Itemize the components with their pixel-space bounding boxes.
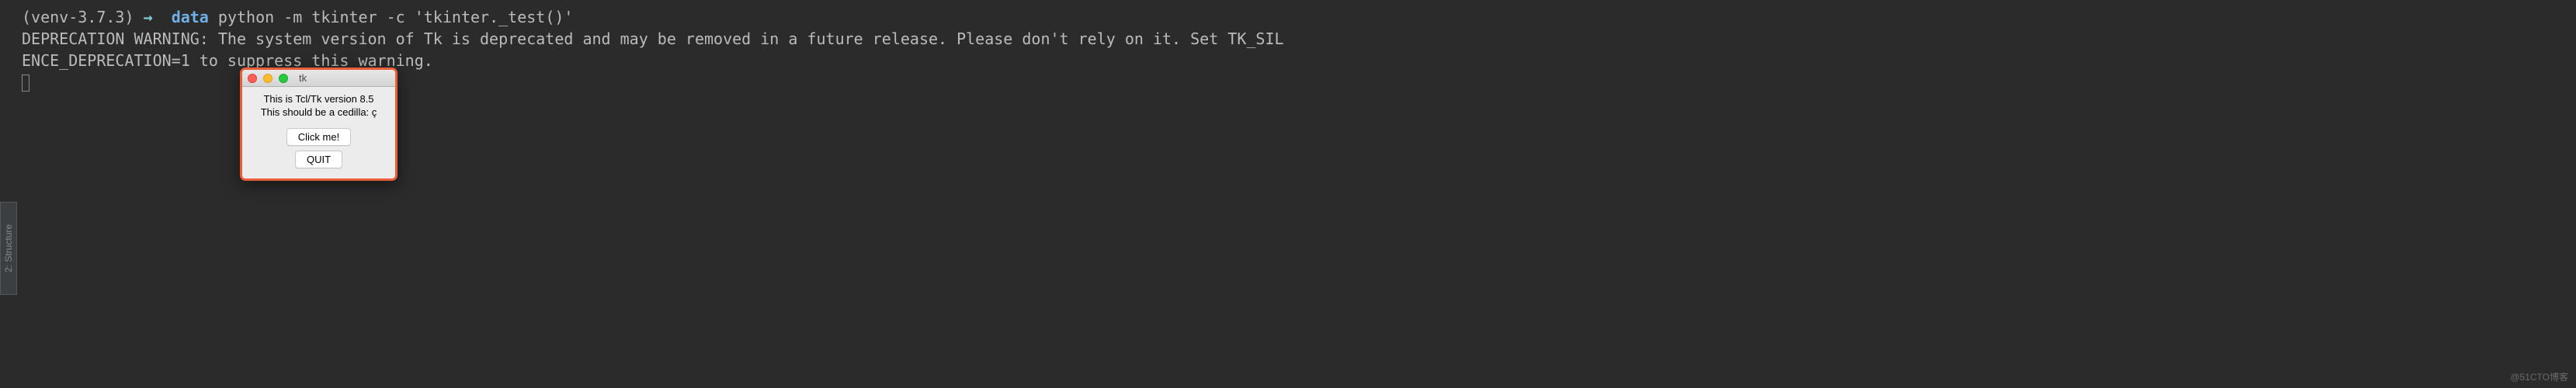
prompt-arrow: → xyxy=(144,8,153,26)
command-text: python -m tkinter -c 'tkinter._test()' xyxy=(218,8,574,26)
minimize-icon[interactable] xyxy=(263,74,273,83)
structure-tool-tab[interactable]: 2: Structure xyxy=(0,202,17,295)
prompt-line: (venv-3.7.3) → data python -m tkinter -c… xyxy=(22,6,2568,28)
close-icon[interactable] xyxy=(248,74,257,83)
watermark-text: @51CTO博客 xyxy=(2510,370,2568,383)
window-title: tk xyxy=(299,72,307,84)
cursor-line xyxy=(22,71,2568,93)
structure-tab-label: 2: Structure xyxy=(3,224,14,272)
window-titlebar[interactable]: tk xyxy=(242,70,395,87)
tk-test-window[interactable]: tk This is Tcl/Tk version 8.5 This shoul… xyxy=(240,68,398,181)
label-line-2: This should be a cedilla: ç xyxy=(261,106,377,120)
label-line-1: This is Tcl/Tk version 8.5 xyxy=(261,93,377,106)
terminal-cursor xyxy=(22,74,30,92)
quit-button[interactable]: QUIT xyxy=(295,151,342,168)
current-dir: data xyxy=(172,8,209,26)
venv-prefix: (venv-3.7.3) xyxy=(22,8,134,26)
tk-window-body: This is Tcl/Tk version 8.5 This should b… xyxy=(242,87,395,178)
tk-version-label: This is Tcl/Tk version 8.5 This should b… xyxy=(261,93,377,120)
output-line-2: ENCE_DEPRECATION=1 to suppress this warn… xyxy=(22,50,2568,71)
output-line-1: DEPRECATION WARNING: The system version … xyxy=(22,28,2568,50)
click-me-button[interactable]: Click me! xyxy=(286,128,351,146)
zoom-icon[interactable] xyxy=(279,74,288,83)
